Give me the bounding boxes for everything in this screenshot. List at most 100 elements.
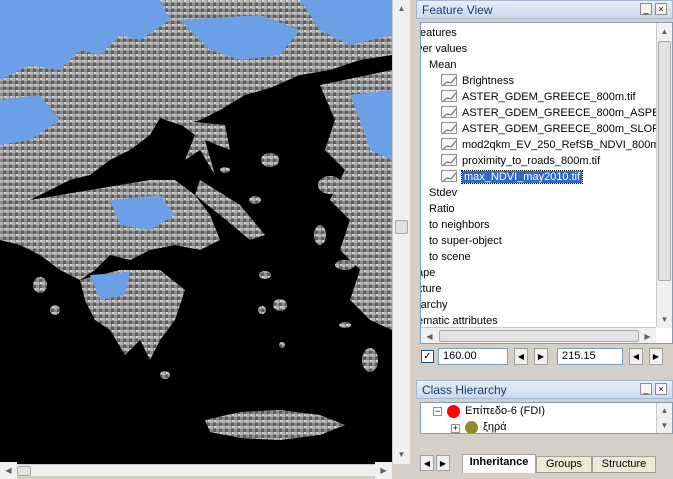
feature-label: proximity_to_roads_800m.tif — [462, 155, 601, 167]
feature-item[interactable]: xture — [421, 281, 442, 297]
scroll-up-button[interactable]: ▲ — [393, 0, 410, 17]
island-andros — [259, 271, 271, 279]
panel-title: Feature View — [422, 2, 493, 17]
scroll-down-button[interactable]: ▼ — [657, 311, 672, 328]
island-santorini — [279, 342, 285, 348]
feature-item[interactable]: rarchy — [420, 297, 448, 313]
feature-item[interactable]: ape — [421, 265, 436, 281]
tab-scroll-left-button[interactable]: ◀ — [420, 455, 434, 471]
class-label: Επίπεδο-6 (FDI) — [465, 405, 545, 417]
feature-item[interactable]: proximity_to_roads_800m.tif — [441, 153, 600, 169]
feature-label: to neighbors — [429, 219, 490, 231]
class-label: ξηρά — [483, 421, 507, 433]
feature-item[interactable]: Ratio — [429, 201, 455, 217]
feature-label: to scene — [429, 251, 471, 263]
scroll-thumb[interactable] — [17, 466, 31, 476]
panel-title: Class Hierarchy — [422, 382, 507, 397]
feature-graph-icon — [441, 170, 457, 182]
feature-item[interactable]: to neighbors — [429, 217, 490, 233]
scroll-right-button[interactable]: ▶ — [639, 328, 656, 343]
range-max-input[interactable]: 215.15 — [557, 348, 623, 365]
minimize-button[interactable]: _ — [640, 3, 652, 15]
close-button[interactable]: × — [655, 3, 667, 15]
feature-label: ver values — [420, 43, 468, 55]
scroll-right-button[interactable]: ▶ — [375, 462, 392, 479]
feature-label: mod2qkm_EV_250_RefSB_NDVI_800m.tif — [462, 139, 672, 151]
feature-item[interactable]: ASTER_GDEM_GREECE_800m_ASPECT.t — [441, 105, 673, 121]
class-item[interactable]: Επίπεδο-6 (FDI) — [465, 403, 545, 419]
island-limnos — [261, 153, 279, 167]
feature-label: ASTER_GDEM_GREECE_800m_SLOPE.tif — [462, 123, 673, 135]
feature-tree-vscroll[interactable]: ▲ ▼ — [656, 23, 672, 328]
scroll-thumb[interactable] — [658, 41, 671, 281]
feature-tree[interactable]: features ver values Mean Brightness ASTER_GD… — [420, 22, 673, 344]
feature-item-selected[interactable]: max_NDVI_may2010.tif — [441, 169, 584, 185]
feature-item[interactable]: features — [421, 25, 457, 41]
class-expander[interactable]: − — [433, 407, 442, 416]
feature-graph-icon — [441, 138, 457, 150]
map-canvas[interactable] — [0, 0, 392, 464]
tab-label: Groups — [545, 458, 583, 470]
feature-item[interactable]: ASTER_GDEM_GREECE_800m_SLOPE.tif — [441, 121, 673, 137]
tab-inheritance[interactable]: Inheritance — [462, 454, 536, 473]
scroll-left-button[interactable]: ◀ — [421, 328, 438, 343]
tab-groups[interactable]: Groups — [536, 456, 592, 473]
tab-scroll-right-button[interactable]: ▶ — [436, 455, 450, 471]
feature-item[interactable]: Brightness — [441, 73, 514, 89]
feature-label: rarchy — [420, 299, 448, 311]
feature-label: max_NDVI_may2010.tif — [460, 170, 584, 184]
range-checkbox[interactable]: ✓ — [421, 350, 434, 363]
greece-satellite-map — [0, 0, 392, 464]
feature-label: Ratio — [429, 203, 455, 215]
class-tree[interactable]: − Επίπεδο-6 (FDI) + ξηρά ▲ ▼ — [420, 402, 673, 434]
class-tree-vscroll[interactable]: ▲ ▼ — [656, 403, 672, 433]
close-button[interactable]: × — [655, 383, 667, 395]
feature-graph-icon — [441, 74, 457, 86]
map-horizontal-scrollbar[interactable]: ◀ ▶ — [0, 462, 392, 479]
feature-label: ematic attributes — [420, 315, 498, 327]
feature-item[interactable]: ASTER_GDEM_GREECE_800m.tif — [441, 89, 636, 105]
class-expander[interactable]: + — [451, 424, 460, 433]
feature-label: xture — [421, 283, 442, 295]
scroll-up-button[interactable]: ▲ — [657, 23, 672, 40]
island-sporades — [220, 167, 230, 173]
feature-view-panel: Feature View _ × features ver values Mean B… — [416, 0, 673, 372]
feature-item[interactable]: Mean — [429, 57, 457, 73]
feature-label: ape — [421, 267, 436, 279]
island-paros — [258, 306, 266, 314]
range-min-input[interactable]: 160.00 — [438, 348, 508, 365]
minimize-button[interactable]: _ — [640, 383, 652, 395]
feature-item[interactable]: to scene — [429, 249, 471, 265]
scroll-left-button[interactable]: ◀ — [0, 462, 17, 479]
map-vertical-scrollbar[interactable]: ▲ ▼ — [392, 0, 410, 464]
feature-graph-icon — [441, 106, 457, 118]
range-min-value: 160.00 — [443, 350, 477, 362]
island-naxos — [273, 299, 287, 311]
island-corfu — [15, 206, 25, 224]
range-min-decrease-button[interactable]: ◀ — [514, 348, 528, 365]
range-min-increase-button[interactable]: ▶ — [534, 348, 548, 365]
feature-item[interactable]: ver values — [420, 41, 468, 57]
range-max-increase-button[interactable]: ▶ — [649, 348, 663, 365]
scroll-down-button[interactable]: ▼ — [393, 446, 410, 463]
tab-structure[interactable]: Structure — [592, 456, 656, 473]
island-rhodes — [362, 348, 378, 372]
feature-label: ASTER_GDEM_GREECE_800m_ASPECT.t — [462, 107, 673, 119]
scroll-thumb[interactable] — [395, 220, 408, 235]
scroll-up-button[interactable]: ▲ — [657, 403, 672, 417]
scroll-down-button[interactable]: ▼ — [657, 418, 672, 432]
feature-item[interactable]: Stdev — [429, 185, 457, 201]
map-viewer: ▲ ▼ ◀ ▶ — [0, 0, 410, 479]
class-item[interactable]: ξηρά — [483, 419, 507, 433]
island-chios — [314, 225, 326, 245]
feature-label: Mean — [429, 59, 457, 71]
feature-item[interactable]: to super-object — [429, 233, 502, 249]
scroll-thumb[interactable] — [439, 330, 639, 342]
tab-label: Inheritance — [469, 456, 529, 468]
feature-graph-icon — [441, 154, 457, 166]
feature-tree-hscroll[interactable]: ◀ ▶ — [421, 327, 656, 343]
feature-graph-icon — [441, 122, 457, 134]
island-lesvos — [318, 176, 342, 194]
range-max-decrease-button[interactable]: ◀ — [629, 348, 643, 365]
feature-item[interactable]: mod2qkm_EV_250_RefSB_NDVI_800m.tif — [441, 137, 671, 153]
